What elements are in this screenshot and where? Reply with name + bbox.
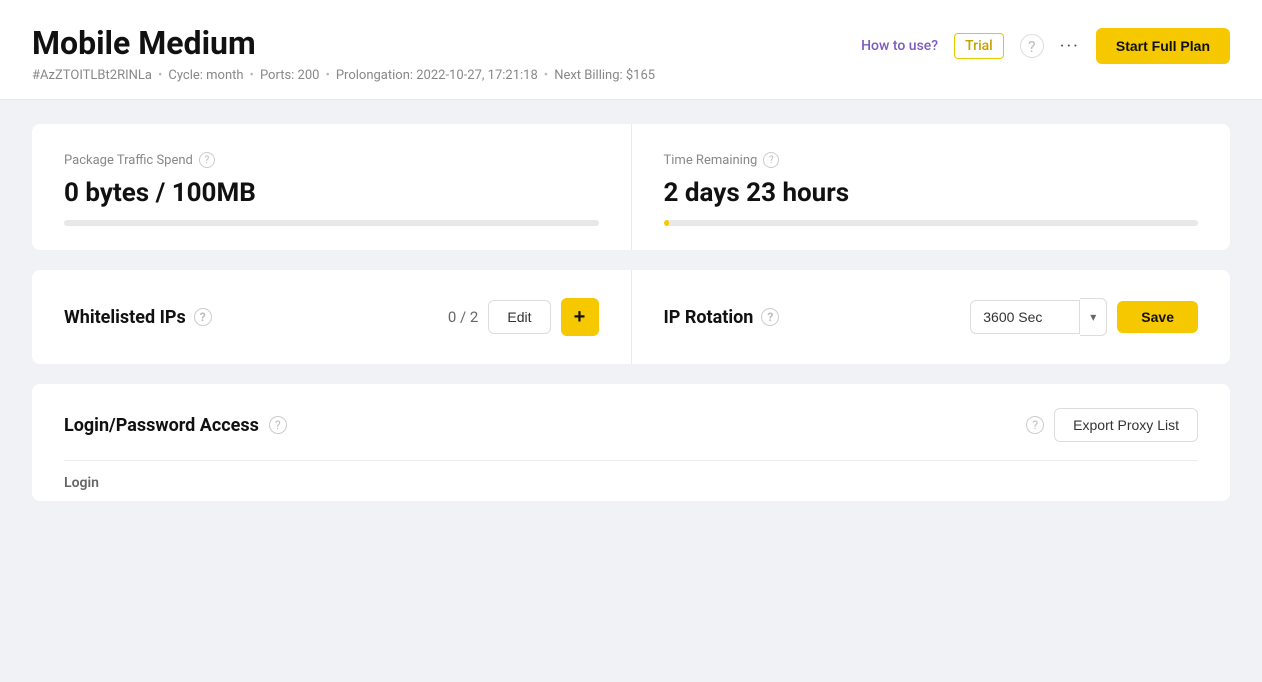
- header: Mobile Medium #AzZTOITLBt2RINLa • Cycle:…: [0, 0, 1262, 100]
- rotation-controls: 3600 Sec 1800 Sec 900 Sec 300 Sec 60 Sec…: [970, 298, 1198, 336]
- how-to-use-link[interactable]: How to use?: [861, 38, 938, 54]
- edit-whitelisted-button[interactable]: Edit: [488, 300, 550, 334]
- login-help-icon[interactable]: ?: [269, 416, 287, 434]
- page-title: Mobile Medium: [32, 24, 655, 62]
- traffic-value: 0 bytes / 100MB: [64, 178, 599, 208]
- login-title: Login/Password Access: [64, 415, 259, 436]
- login-header: Login/Password Access ? ? Export Proxy L…: [64, 408, 1198, 461]
- meta-ports: Ports: 200: [260, 68, 320, 83]
- page-meta: #AzZTOITLBt2RINLa • Cycle: month • Ports…: [32, 68, 655, 83]
- header-right: How to use? Trial ? ··· Start Full Plan: [861, 24, 1230, 64]
- content-area: Package Traffic Spend ? 0 bytes / 100MB …: [0, 100, 1262, 525]
- dot-1: •: [158, 68, 162, 83]
- traffic-help-icon[interactable]: ?: [199, 152, 215, 168]
- export-proxy-list-button[interactable]: Export Proxy List: [1054, 408, 1198, 442]
- meta-billing: Next Billing: $165: [554, 68, 655, 83]
- export-help-icon[interactable]: ?: [1026, 416, 1044, 434]
- more-options-icon[interactable]: ···: [1060, 36, 1080, 57]
- start-full-plan-button[interactable]: Start Full Plan: [1096, 28, 1230, 64]
- time-value: 2 days 23 hours: [664, 178, 1199, 208]
- whitelisted-controls: 0 / 2 Edit +: [448, 298, 599, 336]
- traffic-progress-bar: [64, 220, 599, 226]
- time-help-icon[interactable]: ?: [763, 152, 779, 168]
- rotation-select-chevron-icon[interactable]: ▾: [1080, 298, 1107, 336]
- traffic-card: Package Traffic Spend ? 0 bytes / 100MB: [32, 124, 631, 250]
- save-rotation-button[interactable]: Save: [1117, 301, 1198, 333]
- ip-rotation-label: IP Rotation ?: [664, 307, 780, 328]
- trial-badge: Trial: [954, 33, 1004, 59]
- login-header-right: ? Export Proxy List: [1026, 408, 1198, 442]
- meta-prolongation: Prolongation: 2022-10-27, 17:21:18: [336, 68, 538, 83]
- whitelisted-help-icon[interactable]: ?: [194, 308, 212, 326]
- settings-row: Whitelisted IPs ? 0 / 2 Edit + IP Rotati…: [32, 270, 1230, 364]
- dot-2: •: [250, 68, 254, 83]
- login-column-header: Login: [64, 461, 1198, 501]
- time-card: Time Remaining ? 2 days 23 hours: [631, 124, 1231, 250]
- whitelisted-count: 0 / 2: [448, 308, 479, 326]
- dot-3: •: [325, 68, 329, 83]
- add-whitelisted-button[interactable]: +: [561, 298, 599, 336]
- time-progress-bar: [664, 220, 1199, 226]
- login-section: Login/Password Access ? ? Export Proxy L…: [32, 384, 1230, 501]
- time-progress-fill: [664, 220, 669, 226]
- rotation-help-icon[interactable]: ?: [761, 308, 779, 326]
- rotation-select[interactable]: 3600 Sec 1800 Sec 900 Sec 300 Sec 60 Sec: [970, 300, 1080, 334]
- rotation-select-wrap: 3600 Sec 1800 Sec 900 Sec 300 Sec 60 Sec…: [970, 298, 1107, 336]
- stats-row: Package Traffic Spend ? 0 bytes / 100MB …: [32, 124, 1230, 250]
- traffic-label: Package Traffic Spend ?: [64, 152, 599, 168]
- dot-4: •: [544, 68, 548, 83]
- ip-rotation-card: IP Rotation ? 3600 Sec 1800 Sec 900 Sec …: [631, 270, 1231, 364]
- header-help-icon[interactable]: ?: [1020, 34, 1044, 58]
- meta-cycle: Cycle: month: [168, 68, 243, 83]
- page-wrapper: Mobile Medium #AzZTOITLBt2RINLa • Cycle:…: [0, 0, 1262, 682]
- whitelisted-ips-card: Whitelisted IPs ? 0 / 2 Edit +: [32, 270, 631, 364]
- whitelisted-ips-label: Whitelisted IPs ?: [64, 307, 212, 328]
- meta-id: #AzZTOITLBt2RINLa: [32, 68, 152, 83]
- header-left: Mobile Medium #AzZTOITLBt2RINLa • Cycle:…: [32, 24, 655, 83]
- time-label: Time Remaining ?: [664, 152, 1199, 168]
- login-title-wrap: Login/Password Access ?: [64, 415, 287, 436]
